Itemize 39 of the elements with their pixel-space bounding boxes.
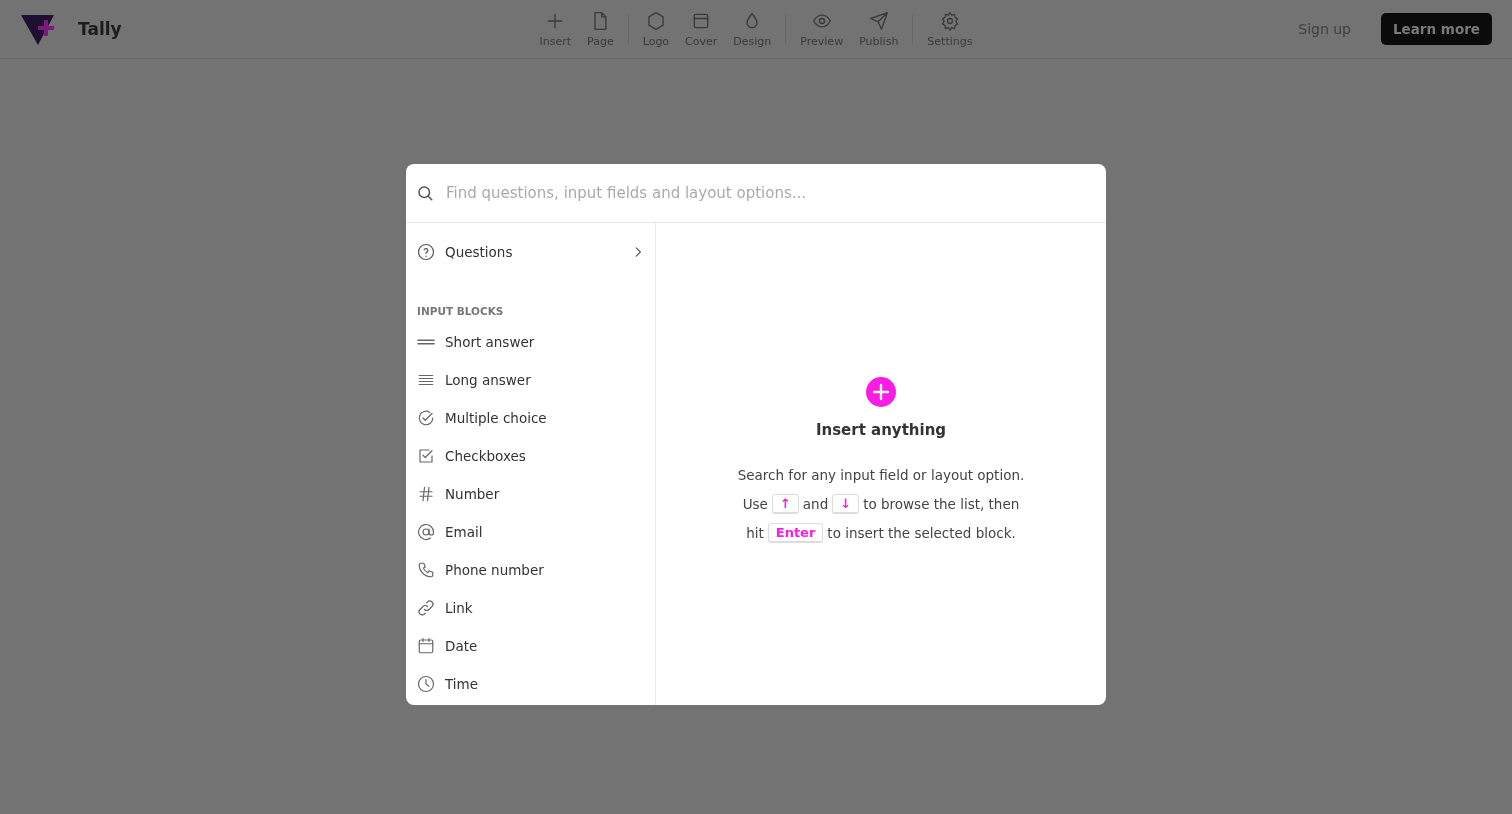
plus-circle-icon — [866, 377, 896, 407]
at-sign-icon — [417, 523, 435, 541]
menu-item[interactable]: Short answer — [416, 323, 645, 361]
search-icon — [416, 184, 434, 202]
section-heading: INPUT BLOCKS — [417, 304, 505, 319]
menu-item[interactable]: Checkboxes — [416, 437, 645, 475]
keyboard-key: ↓ — [832, 494, 860, 514]
menu-item[interactable]: Date — [416, 627, 645, 665]
help-text: Search for any input field or layout option. — [737, 467, 1025, 483]
keyboard-key: ↑ — [771, 494, 799, 514]
check-circle-icon — [417, 409, 435, 427]
learn-more-button[interactable]: Learn more — [1381, 13, 1492, 45]
hexagon-icon — [645, 10, 666, 31]
menu-item[interactable]: Number — [416, 475, 645, 513]
help-text: and — [802, 496, 829, 512]
menu-item[interactable]: Email — [416, 513, 645, 551]
calendar-icon — [417, 637, 435, 655]
empty-state-title: Insert anything — [815, 421, 947, 439]
help-text: to insert the selected block. — [827, 525, 1016, 541]
menu-item[interactable]: Phone number — [416, 551, 645, 589]
menu-item[interactable]: Questions — [416, 233, 645, 271]
link-icon — [417, 599, 435, 617]
help-text: to browse the list, then — [863, 496, 1020, 512]
keyboard-key: Enter — [767, 523, 824, 543]
menu-item[interactable]: Multiple choice — [416, 399, 645, 437]
clock-icon — [417, 675, 435, 693]
hash-icon — [417, 485, 435, 503]
brand-name: Tally — [78, 19, 122, 39]
menu-item[interactable]: Long answer — [416, 361, 645, 399]
menu-item[interactable]: Link — [416, 589, 645, 627]
paper-plane-icon — [868, 10, 889, 31]
menu-item[interactable]: Time — [416, 665, 645, 703]
question-circle-icon — [417, 243, 435, 261]
lines-icon — [417, 339, 435, 345]
checkbox-icon — [417, 447, 435, 465]
help-text: Use — [742, 496, 768, 512]
settings-icon — [939, 10, 960, 31]
phone-icon — [417, 561, 435, 579]
help-text: hit — [746, 525, 764, 541]
